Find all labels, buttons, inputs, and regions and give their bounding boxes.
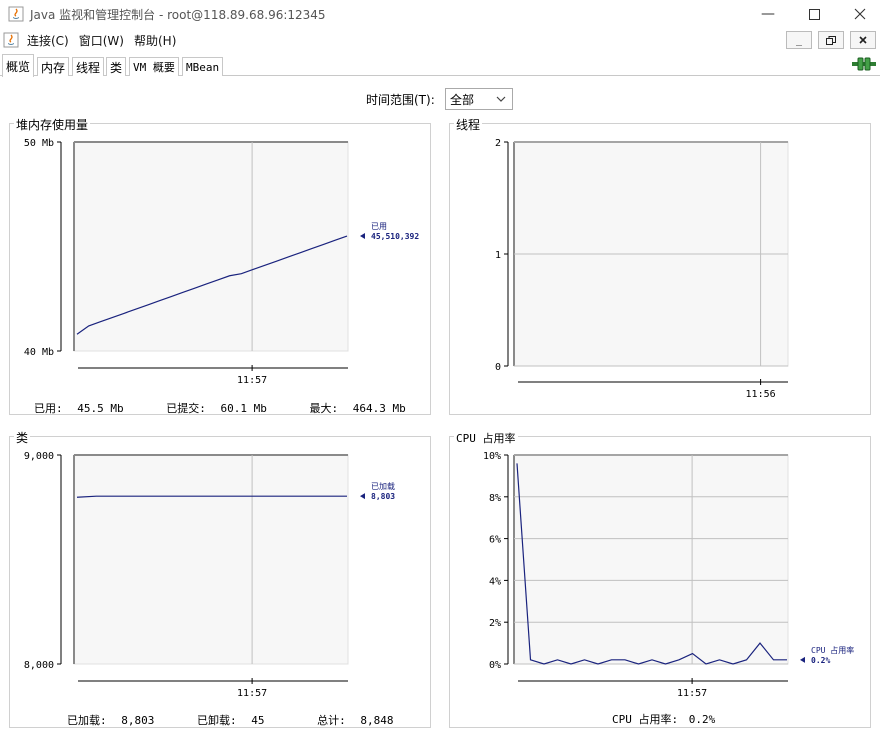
classes-total-value: 8,848 [360,714,394,727]
cpu-footer-label: CPU 占用率: [612,713,679,726]
plot-area [73,141,349,352]
tab-classes[interactable]: 类 [106,57,127,76]
connection-status-icon [852,57,876,71]
tab-mbean[interactable]: MBean [182,57,224,76]
menu-bar: 连接(C) 窗口(W) 帮助(H) _ [0,28,880,52]
title-bar: Java 监视和管理控制台 - root@118.89.68.96:12345 … [0,0,880,28]
y-tick-label: 0 [495,362,501,373]
series-name-label: CPU 占用率 [811,645,854,655]
java-icon [8,6,24,22]
x-tick-label: 11:57 [237,375,267,386]
classes-unloaded-value: 45 [251,714,265,727]
series-name-label: 已用 [371,222,387,231]
heap-footer: 已用: 45.5 Mb 已提交: 60.1 Mb 最大: 464.3 Mb [34,400,406,416]
y-tick-label: 4% [489,576,501,587]
classes-total-label: 总计: [317,714,346,727]
menu-connect[interactable]: 连接(C) [27,32,69,49]
heap-committed-label: 已提交: [166,402,206,415]
classes-footer: 已加载: 8,803 已卸载: 45 总计: 8,848 [67,712,394,728]
plot-area [513,454,789,665]
minimize-button[interactable]: — [745,0,791,28]
y-tick-label: 0% [489,660,501,671]
series-last-value: 45,510,392 [371,232,419,241]
inner-restore-button[interactable] [818,31,844,49]
series-last-value: 8,803 [371,492,395,501]
minimize-icon: — [761,6,775,22]
last-value-marker [360,233,365,240]
time-range-value: 全部 [450,92,475,107]
cpu-footer-value: 0.2% [688,713,716,726]
classes-chart: 9,000 8,000 11:57 已加载8,803 [24,451,395,699]
y-tick-label: 1 [495,250,501,261]
y-tick-label: 8,000 [24,660,54,671]
heap-used-label: 已用: [34,402,63,415]
y-tick-label: 8% [489,493,501,504]
plot-area [73,454,349,665]
time-range-label: 时间范围(T): [366,93,435,107]
y-tick-label: 6% [489,535,501,546]
tab-overview[interactable]: 概览 [2,54,35,77]
tab-bar: 概览 内存 线程 类 VM 概要 MBean [0,54,880,77]
restore-icon [826,35,836,45]
tab-memory[interactable]: 内存 [37,57,70,76]
java-icon [3,32,19,48]
window-title: Java 监视和管理控制台 - root@118.89.68.96:12345 [30,7,326,22]
y-tick-label: 50 Mb [24,138,54,149]
y-tick-label: 2 [495,138,501,149]
x-tick-label: 11:56 [746,389,776,400]
cpu-chart: 10% 8% 6% 4% 2% 0% 11:57 CPU 占用率0.2% [483,451,854,699]
last-value-marker [800,656,805,663]
y-tick-label: 9,000 [24,451,54,462]
heap-max-value: 464.3 Mb [352,402,406,415]
y-tick-label: 10% [483,451,501,462]
series-name-label: 已加载 [371,481,395,491]
close-icon [859,36,867,44]
y-tick-label: 2% [489,618,501,629]
tab-threads[interactable]: 线程 [72,57,105,76]
chevron-down-icon [496,96,506,102]
heap-used-value: 45.5 Mb [77,402,124,415]
inner-close-button[interactable] [850,31,876,49]
series-last-value: 0.2% [811,656,830,665]
close-icon [854,8,866,20]
threads-chart: 2 1 0 11:56 [495,138,789,400]
maximize-icon [808,8,820,20]
maximize-button[interactable] [791,0,837,28]
heap-max-label: 最大: [309,402,339,415]
x-tick-label: 11:57 [677,688,707,699]
inner-minimize-button[interactable]: _ [786,31,812,49]
classes-unloaded-label: 已卸载: [197,714,237,727]
heap-chart: 50 Mb 40 Mb 11:57 已用45,510,392 [24,138,419,386]
x-tick-label: 11:57 [237,688,267,699]
close-button[interactable] [837,0,880,28]
heap-committed-value: 60.1 Mb [220,402,267,415]
tab-vm-summary[interactable]: VM 概要 [129,57,179,76]
classes-loaded-value: 8,803 [121,714,155,727]
menu-help[interactable]: 帮助(H) [134,32,176,49]
time-range-select[interactable]: 全部 [445,88,513,110]
last-value-marker [360,493,365,500]
classes-loaded-label: 已加载: [67,714,107,727]
y-tick-label: 40 Mb [24,347,54,358]
cpu-footer: CPU 占用率: 0.2% [612,711,715,727]
menu-window[interactable]: 窗口(W) [79,32,124,49]
minimize-icon: _ [795,34,803,46]
